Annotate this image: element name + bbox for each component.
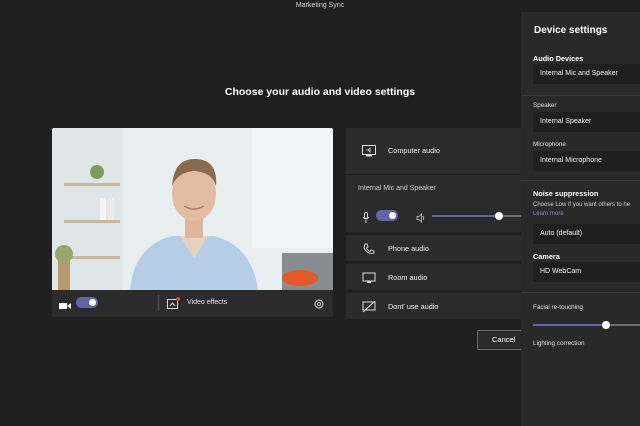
speaker-volume-thumb[interactable] <box>495 212 503 220</box>
camera-select[interactable]: HD WebCam <box>533 262 640 282</box>
dont-use-audio-label: Dont' use audio <box>388 302 439 311</box>
computer-audio-option[interactable]: Computer audio <box>346 128 522 174</box>
device-settings-panel: Device settings Audio Devices Internal M… <box>521 12 640 426</box>
page-heading: Choose your audio and video settings <box>224 86 416 98</box>
lighting-correction-label: Lighting correction <box>533 340 585 347</box>
speaker-icon <box>416 210 426 223</box>
no-audio-icon <box>362 300 376 313</box>
divider <box>521 180 640 181</box>
phone-audio-label: Phone audio <box>388 244 429 253</box>
speaker-select[interactable]: Internal Speaker <box>533 112 640 132</box>
cancel-button[interactable]: Cancel <box>477 330 527 350</box>
divider <box>158 295 159 311</box>
computer-audio-icon <box>362 144 376 157</box>
microphone-toggle[interactable] <box>376 210 398 221</box>
selected-audio-device[interactable]: Internal Mic and Speaker <box>358 185 436 192</box>
audio-devices-select[interactable]: Internal Mic and Speaker <box>533 64 640 84</box>
learn-more-link[interactable]: Learn more <box>533 211 564 217</box>
microphone-select[interactable]: Internal Microphone <box>533 151 640 171</box>
phone-audio-option[interactable]: Phone audio <box>346 235 522 261</box>
speaker-label: Speaker <box>533 102 557 109</box>
camera-label: Camera <box>533 252 560 261</box>
microphone-label: Microphone <box>533 141 566 148</box>
audio-devices-label: Audio Devices <box>533 54 584 63</box>
divider <box>521 95 640 96</box>
dont-use-audio-option[interactable]: Dont' use audio <box>346 293 522 319</box>
facial-retouching-thumb[interactable] <box>602 321 610 329</box>
video-effects-icon[interactable] <box>167 297 180 310</box>
computer-audio-label: Computer audio <box>388 146 440 155</box>
camera-icon <box>59 298 71 309</box>
phone-icon <box>362 242 376 254</box>
video-effects-button[interactable]: Video effects <box>187 299 227 306</box>
camera-feed <box>52 128 333 290</box>
facial-retouching-label: Facial re-touching <box>533 304 584 311</box>
computer-audio-details: Internal Mic and Speaker <box>346 175 522 232</box>
video-preview: Video effects <box>52 128 333 317</box>
noise-suppression-label: Noise suppression <box>533 189 599 198</box>
gear-icon[interactable] <box>313 297 325 309</box>
room-audio-label: Room audio <box>388 273 428 282</box>
preview-controls: Video effects <box>52 290 333 317</box>
noise-suppression-hint: Choose Low if you want others to he <box>533 202 631 208</box>
divider <box>521 292 640 293</box>
camera-toggle[interactable] <box>76 297 98 308</box>
facial-retouching-fill <box>533 324 606 326</box>
device-settings-title: Device settings <box>534 25 608 36</box>
noise-suppression-select[interactable]: Auto (default) <box>533 224 640 244</box>
room-audio-option[interactable]: Room audio <box>346 264 522 290</box>
room-icon <box>362 271 376 283</box>
microphone-icon <box>362 210 370 223</box>
